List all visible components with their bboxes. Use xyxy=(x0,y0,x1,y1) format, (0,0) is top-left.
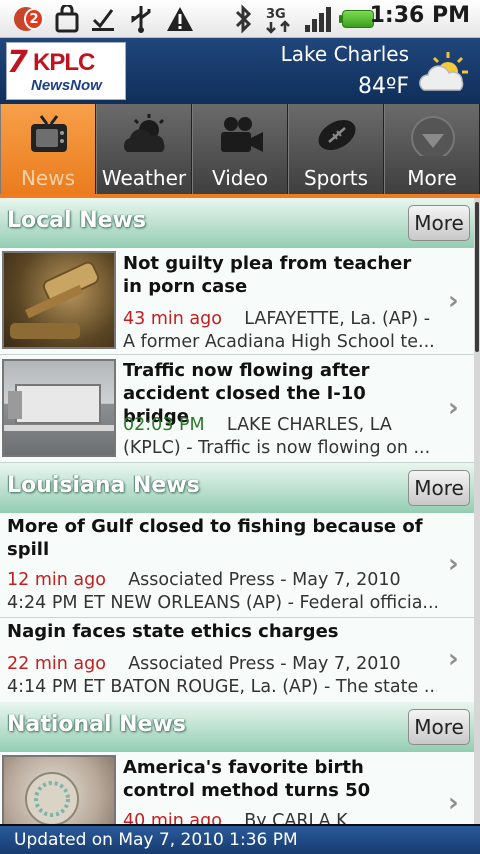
headline: Nagin faces state ethics charges xyxy=(7,621,339,642)
app-header: 7 KPLC NewsNow Lake Charles 84ºF xyxy=(0,38,480,104)
tab-bar: News Weather Video Sports More xyxy=(0,104,480,198)
list-item[interactable]: More of Gulf closed to fishing because o… xyxy=(0,513,474,618)
section-title: Louisiana News xyxy=(7,473,200,498)
status-bar: 2 3G 1:36 PM xyxy=(0,0,480,38)
item-time: 40 min ago xyxy=(123,811,222,824)
3g-icon: 3G xyxy=(264,4,296,34)
cloud-sun-icon xyxy=(121,114,169,156)
logo-subtitle: NewsNow xyxy=(31,77,102,94)
item-byline: Associated Press - May 7, 2010 xyxy=(128,570,401,590)
item-snippet: 4:24 PM ET NEW ORLEANS (AP) - Federal of… xyxy=(7,593,437,613)
logo-text: KPLC xyxy=(33,49,95,76)
item-time: 22 min ago xyxy=(7,654,106,674)
chevron-right-icon: › xyxy=(448,549,459,579)
notification-count-badge: 2 xyxy=(24,8,44,30)
truck-thumbnail xyxy=(2,359,116,457)
scrollbar-thumb[interactable] xyxy=(475,202,479,352)
national-news-more-button[interactable]: More xyxy=(408,709,470,745)
tab-sports[interactable]: Sports xyxy=(288,104,384,198)
pill-pack-thumbnail xyxy=(2,755,116,824)
section-local-news: Local News More xyxy=(0,198,474,248)
item-byline: LAKE CHARLES, LA xyxy=(226,415,392,435)
video-camera-icon xyxy=(217,114,265,156)
partly-sunny-icon[interactable] xyxy=(418,50,470,94)
item-byline: Associated Press - May 7, 2010 xyxy=(128,654,401,674)
item-byline: By CARLA K xyxy=(244,811,348,824)
item-time: 12 min ago xyxy=(7,570,106,590)
tab-weather[interactable]: Weather xyxy=(96,104,192,198)
chevron-right-icon: › xyxy=(448,788,459,818)
tab-more[interactable]: More xyxy=(384,104,480,198)
headline: Not guilty plea from teacher in porn cas… xyxy=(123,253,412,297)
bag-icon xyxy=(52,4,82,34)
svg-text:3G: 3G xyxy=(266,7,286,22)
kplc-logo[interactable]: 7 KPLC NewsNow xyxy=(6,42,126,100)
item-time: 02:03 PM xyxy=(123,415,205,435)
item-time: 43 min ago xyxy=(123,309,222,329)
warning-icon xyxy=(164,4,196,34)
item-meta: 40 min ago By CARLA K xyxy=(123,810,435,824)
section-title: National News xyxy=(7,712,186,737)
tab-news-label: News xyxy=(20,166,76,190)
section-louisiana-news: Louisiana News More xyxy=(0,463,474,513)
tab-weather-label: Weather xyxy=(101,166,187,190)
chevron-right-icon: › xyxy=(448,644,459,674)
updated-timestamp: Updated on May 7, 2010 1:36 PM xyxy=(14,830,298,850)
item-byline: LAFAYETTE, La. (AP) - xyxy=(244,309,431,329)
tab-sports-label: Sports xyxy=(303,166,369,190)
weather-city: Lake Charles xyxy=(280,42,409,66)
tab-more-label: More xyxy=(407,166,457,190)
status-time: 1:36 PM xyxy=(369,3,470,28)
list-item[interactable]: Not guilty plea from teacher in porn cas… xyxy=(0,248,474,355)
chevron-right-icon: › xyxy=(448,286,459,316)
section-national-news: National News More xyxy=(0,702,474,752)
chevron-down-icon xyxy=(409,114,457,160)
gavel-thumbnail xyxy=(2,251,116,349)
item-meta: 22 min ago Associated Press - May 7, 201… xyxy=(7,653,437,676)
footer-bar: Updated on May 7, 2010 1:36 PM xyxy=(0,824,480,854)
signal-icon xyxy=(302,4,336,34)
logo-seven: 7 xyxy=(7,45,28,80)
football-icon xyxy=(313,114,361,156)
tab-news[interactable]: News xyxy=(0,104,96,198)
item-snippet: (KPLC) - Traffic is now flowing on ... xyxy=(123,438,431,458)
tab-video[interactable]: Video xyxy=(192,104,288,198)
local-news-more-button[interactable]: More xyxy=(408,205,470,241)
headline: More of Gulf closed to fishing because o… xyxy=(7,516,423,560)
list-item[interactable]: America's favorite birth control method … xyxy=(0,752,474,824)
tab-video-label: Video xyxy=(211,166,269,190)
list-item[interactable]: Nagin faces state ethics charges 22 min … xyxy=(0,618,474,704)
louisiana-news-more-button[interactable]: More xyxy=(408,470,470,506)
bluetooth-icon xyxy=(230,4,256,34)
section-title: Local News xyxy=(7,208,146,233)
tv-icon xyxy=(25,114,73,156)
weather-temperature: 84ºF xyxy=(357,74,409,99)
chevron-right-icon: › xyxy=(448,393,459,423)
item-meta: 12 min ago Associated Press - May 7, 201… xyxy=(7,569,437,592)
list-item[interactable]: Traffic now flowing after accident close… xyxy=(0,355,474,463)
usb-icon xyxy=(126,4,156,34)
item-snippet: 4:14 PM ET BATON ROUGE, La. (AP) - The s… xyxy=(7,677,437,697)
checklist-icon xyxy=(88,4,118,34)
item-meta: 43 min ago LAFAYETTE, La. (AP) - xyxy=(123,308,435,331)
item-meta: 02:03 PM LAKE CHARLES, LA xyxy=(123,414,435,437)
item-snippet: A former Acadiana High School te... xyxy=(123,332,435,352)
headline: America's favorite birth control method … xyxy=(123,757,371,801)
